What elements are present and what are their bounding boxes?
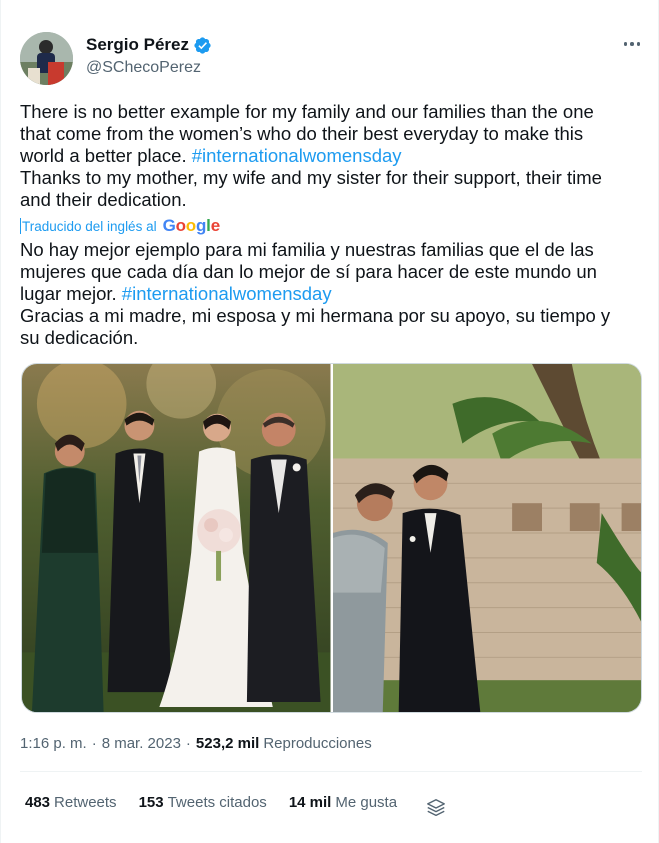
likes-label: Me gusta: [335, 794, 398, 811]
tweet-line-with-hashtag: lugar mejor. #internationalwomensday: [20, 283, 640, 305]
views-label: Reproducciones: [263, 735, 372, 752]
layers-icon[interactable]: [425, 797, 447, 819]
tweet-line: Gracias a mi madre, mi esposa y mi herma…: [20, 305, 611, 326]
translation-label: Traducido del inglés al: [22, 218, 157, 234]
tweet-time[interactable]: 1:16 p. m.: [20, 735, 87, 752]
media-grid: [21, 363, 642, 713]
verified-badge-icon: [194, 36, 211, 54]
quote-tweets-stat[interactable]: 153 Tweets citados: [139, 794, 267, 811]
author-handle[interactable]: @SChecoPerez: [86, 59, 201, 77]
retweets-count: 483: [25, 794, 51, 811]
tweet-line: mujeres que cada día dan lo mejor de sí …: [20, 261, 597, 282]
retweets-label: Retweets: [54, 794, 117, 811]
likes-stat[interactable]: 14 mil Me gusta: [289, 794, 397, 811]
avatar[interactable]: [20, 32, 73, 85]
quotes-label: Tweets citados: [167, 794, 267, 811]
tweet-card: Sergio Pérez @SChecoPerez There is no be…: [0, 0, 659, 843]
google-logo: Google: [162, 216, 221, 235]
more-dot: [636, 42, 641, 46]
tweet-line: world a better place.: [20, 145, 187, 166]
tweet-text-translated: No hay mejor ejemplo para mi familia y n…: [20, 239, 640, 349]
photo-family-wedding[interactable]: [22, 364, 331, 712]
tweet-line: There is no better example for my family…: [20, 101, 594, 122]
meta-separator: ·: [185, 735, 191, 752]
more-dot: [630, 42, 634, 46]
divider: [20, 771, 642, 772]
tweet-text-original: There is no better example for my family…: [20, 101, 640, 211]
tweet-line-with-hashtag: world a better place. #internationalwome…: [20, 145, 640, 167]
retweets-stat[interactable]: 483 Retweets: [25, 794, 117, 811]
photo-couple-kiss[interactable]: [332, 364, 641, 712]
tweet-line: that come from the women’s who do their …: [20, 123, 584, 144]
tweet-line: No hay mejor ejemplo para mi familia y n…: [20, 239, 594, 260]
tweet-line: su dedicación.: [20, 327, 139, 348]
quotes-count: 153: [138, 794, 164, 811]
tweet-stats: 483 Retweets 153 Tweets citados 14 mil M…: [25, 794, 419, 811]
hashtag-link[interactable]: #internationalwomensday: [192, 145, 402, 166]
more-dot: [623, 42, 628, 46]
hashtag-link[interactable]: #internationalwomensday: [122, 283, 332, 304]
tweet-line: and their dedication.: [20, 189, 187, 210]
tweet-line: lugar mejor.: [20, 283, 117, 304]
translation-attribution[interactable]: Traducido del inglés al Google: [20, 216, 220, 236]
author-name-line[interactable]: Sergio Pérez: [86, 35, 212, 55]
tweet-meta: 1:16 p. m. · 8 mar. 2023 · 523,2 mil Rep…: [20, 735, 372, 752]
views-count: 523,2 mil: [195, 735, 260, 752]
more-options-icon[interactable]: [621, 34, 643, 54]
likes-count: 14 mil: [288, 794, 332, 811]
author-display-name[interactable]: Sergio Pérez: [86, 35, 189, 55]
tweet-date[interactable]: 8 mar. 2023: [102, 735, 181, 752]
text-cursor-bar: [20, 218, 21, 234]
meta-separator: ·: [91, 735, 97, 752]
tweet-line: Thanks to my mother, my wife and my sist…: [20, 167, 602, 188]
